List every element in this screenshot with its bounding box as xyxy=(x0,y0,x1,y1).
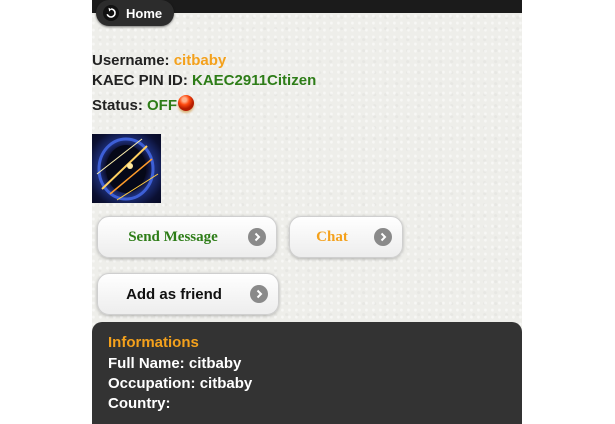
send-message-button[interactable]: Send Message xyxy=(97,216,277,258)
avatar xyxy=(92,134,161,203)
status-row: Status: OFF xyxy=(92,95,195,114)
home-label: Home xyxy=(126,5,163,21)
country-label: Country: xyxy=(108,395,171,412)
pin-value: KAEC2911Citizen xyxy=(192,72,317,89)
profile-page: Home Username: citbaby KAEC PIN ID: KAEC… xyxy=(92,0,522,424)
status-label: Status: xyxy=(92,97,143,114)
back-arrow-icon xyxy=(103,5,119,21)
pin-row: KAEC PIN ID: KAEC2911Citizen xyxy=(92,72,316,89)
informations-title: Informations xyxy=(108,334,199,351)
full-name-value: citbaby xyxy=(188,355,242,372)
username-row: Username: citbaby xyxy=(92,52,226,69)
chat-label: Chat xyxy=(316,228,348,245)
chevron-right-circle-icon xyxy=(374,228,392,246)
full-name-label: Full Name: xyxy=(108,355,185,372)
status-value: OFF xyxy=(147,97,178,114)
occupation-value: citbaby xyxy=(199,375,253,392)
chevron-right-circle-icon xyxy=(250,285,268,303)
home-button[interactable]: Home xyxy=(96,0,174,26)
pin-label: KAEC PIN ID: xyxy=(92,72,188,89)
informations-panel: Informations Full Name: citbaby Occupati… xyxy=(92,322,522,424)
send-message-label: Send Message xyxy=(128,228,218,245)
chat-button[interactable]: Chat xyxy=(289,216,403,258)
username-value: citbaby xyxy=(173,52,227,69)
chevron-right-circle-icon xyxy=(248,228,266,246)
occupation-row: Occupation: citbaby xyxy=(108,375,252,392)
username-label: Username: xyxy=(92,52,170,69)
occupation-label: Occupation: xyxy=(108,375,196,392)
add-friend-button[interactable]: Add as friend xyxy=(97,273,279,315)
full-name-row: Full Name: citbaby xyxy=(108,355,241,372)
country-row: Country: xyxy=(108,395,171,412)
status-orb-icon xyxy=(178,95,195,111)
add-friend-label: Add as friend xyxy=(126,285,222,303)
